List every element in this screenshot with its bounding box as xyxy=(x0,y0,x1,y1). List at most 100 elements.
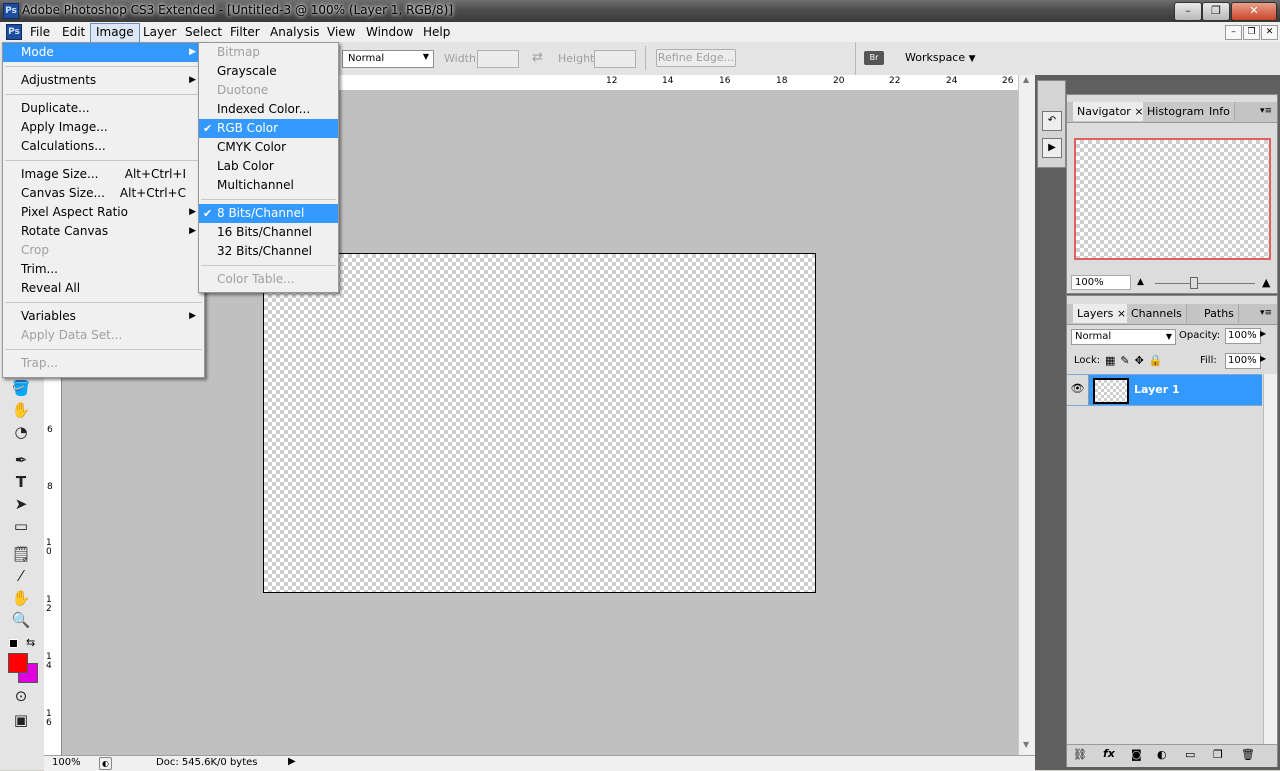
pen-tool-icon[interactable]: ✒ xyxy=(10,450,32,470)
fill-arrow-icon[interactable]: ▶ xyxy=(1260,354,1266,363)
minimize-button[interactable]: – xyxy=(1174,2,1202,21)
menu-item-apply-image[interactable]: Apply Image... xyxy=(3,118,204,137)
foreground-color-swatch[interactable] xyxy=(8,653,28,673)
menu-select[interactable]: Select xyxy=(180,23,227,41)
tab-channels[interactable]: Channels xyxy=(1127,304,1187,323)
menu-item-trim[interactable]: Trim... xyxy=(3,260,204,279)
zoom-tool-icon[interactable]: 🔍 xyxy=(10,610,32,630)
layers-scrollbar[interactable] xyxy=(1263,374,1277,746)
tab-navigator[interactable]: Navigator × xyxy=(1073,102,1149,121)
menu-view[interactable]: View xyxy=(322,23,360,41)
menu-item-adjustments[interactable]: Adjustments ▶ xyxy=(3,71,204,90)
status-icon[interactable]: ◐ xyxy=(99,757,112,770)
rectangle-tool-icon[interactable]: ▭ xyxy=(10,516,32,536)
menu-window[interactable]: Window xyxy=(361,23,418,41)
menu-item-rgb-color[interactable]: ✔ RGB Color xyxy=(199,119,338,138)
new-group-icon[interactable]: ▭ xyxy=(1185,748,1195,761)
layer-row[interactable]: 👁 Layer 1 xyxy=(1067,374,1262,406)
maximize-button[interactable]: ❐ xyxy=(1202,2,1230,21)
tab-info[interactable]: Info xyxy=(1205,102,1235,121)
lock-icons[interactable]: ▦✎✥🔒 xyxy=(1105,354,1168,367)
tab-histogram[interactable]: Histogram xyxy=(1143,102,1210,121)
menu-file[interactable]: File xyxy=(25,23,55,41)
menu-filter[interactable]: Filter xyxy=(225,23,265,41)
menu-item-32-bits-channel[interactable]: 32 Bits/Channel xyxy=(199,242,338,261)
swap-colors-icon[interactable]: ⇆ xyxy=(26,636,35,649)
menu-item-multichannel[interactable]: Multichannel xyxy=(199,176,338,195)
opacity-input[interactable]: 100% xyxy=(1225,328,1261,344)
menu-image[interactable]: Image xyxy=(90,23,140,43)
paint-bucket-icon[interactable]: 🪣 xyxy=(10,378,32,398)
menu-item-pixel-aspect-ratio[interactable]: Pixel Aspect Ratio ▶ xyxy=(3,203,204,222)
document-canvas[interactable] xyxy=(263,253,816,593)
screen-mode-icon[interactable]: ▣ xyxy=(10,710,32,730)
panel-menu-icon[interactable]: ▾≡ xyxy=(1260,106,1272,116)
app-menu-icon[interactable]: Ps xyxy=(6,24,22,40)
history-icon[interactable]: ↶ xyxy=(1042,111,1062,131)
adjustment-layer-icon[interactable]: ◐ xyxy=(1157,748,1167,761)
layer-style-icon[interactable]: fx xyxy=(1103,747,1115,760)
menu-item-image-size[interactable]: Image Size... Alt+Ctrl+I xyxy=(3,165,204,184)
menu-analysis[interactable]: Analysis xyxy=(265,23,324,41)
status-menu-arrow-icon[interactable]: ▶ xyxy=(288,756,296,767)
menu-item-rotate-canvas[interactable]: Rotate Canvas ▶ xyxy=(3,222,204,241)
path-selection-icon[interactable]: ➤ xyxy=(10,494,32,514)
scroll-up-icon[interactable]: ▲ xyxy=(1023,75,1029,84)
zoom-slider-thumb[interactable] xyxy=(1190,277,1198,289)
menu-item-lab-color[interactable]: Lab Color xyxy=(199,157,338,176)
close-button[interactable]: ✕ xyxy=(1231,2,1277,21)
navigator-preview[interactable] xyxy=(1074,138,1271,260)
menu-item-mode[interactable]: Mode ▶ xyxy=(3,43,204,62)
quick-mask-icon[interactable]: ⊙ xyxy=(10,686,32,706)
type-tool-icon[interactable]: T xyxy=(10,472,32,492)
navigator-zoom-input[interactable]: 100% xyxy=(1071,275,1131,290)
doc-close-button[interactable]: ✕ xyxy=(1261,25,1278,40)
blur-tool-icon[interactable]: ✋ xyxy=(10,400,32,420)
refine-edge-button[interactable]: Refine Edge... xyxy=(656,49,736,67)
menu-item-duplicate[interactable]: Duplicate... xyxy=(3,99,204,118)
opacity-arrow-icon[interactable]: ▶ xyxy=(1260,329,1266,338)
doc-minimize-button[interactable]: – xyxy=(1225,25,1242,40)
menu-item-variables[interactable]: Variables ▶ xyxy=(3,307,204,326)
height-input[interactable] xyxy=(594,50,636,68)
vertical-scrollbar[interactable]: ▲ ▼ xyxy=(1018,75,1036,755)
menu-item-cmyk-color[interactable]: CMYK Color xyxy=(199,138,338,157)
width-input[interactable] xyxy=(477,50,519,68)
menu-item-calculations[interactable]: Calculations... xyxy=(3,137,204,156)
zoom-out-icon[interactable]: ▲ xyxy=(1137,277,1144,287)
new-layer-icon[interactable]: ❐ xyxy=(1213,748,1223,761)
menu-item-8-bits-channel[interactable]: ✔ 8 Bits/Channel xyxy=(199,204,338,223)
visibility-eye-icon[interactable]: 👁 xyxy=(1067,375,1089,405)
menu-item-indexed-color[interactable]: Indexed Color... xyxy=(199,100,338,119)
blend-mode-select[interactable]: Normal ▼ xyxy=(1071,329,1176,345)
zoom-in-icon[interactable]: ▲ xyxy=(1262,276,1270,289)
actions-icon[interactable]: ▶ xyxy=(1042,138,1062,158)
scroll-down-icon[interactable]: ▼ xyxy=(1023,740,1029,749)
tab-paths[interactable]: Paths xyxy=(1200,304,1239,323)
panel-menu-icon[interactable]: ▾≡ xyxy=(1260,308,1272,318)
tab-layers[interactable]: Layers × xyxy=(1073,304,1132,323)
delete-layer-icon[interactable]: 🗑 xyxy=(1241,748,1255,761)
default-colors-icon[interactable] xyxy=(9,639,18,648)
file-browser-icon[interactable]: Br xyxy=(864,51,884,65)
eyedropper-icon[interactable]: ⁄ xyxy=(10,566,32,586)
fill-input[interactable]: 100% xyxy=(1225,353,1261,369)
menu-edit[interactable]: Edit xyxy=(57,23,90,41)
link-layers-icon[interactable]: ⛓ xyxy=(1073,748,1087,761)
layer-mask-icon[interactable]: ◙ xyxy=(1131,748,1142,761)
menu-item-reveal-all[interactable]: Reveal All xyxy=(3,279,204,298)
menu-layer[interactable]: Layer xyxy=(138,23,181,41)
dodge-tool-icon[interactable]: ◔ xyxy=(10,422,32,442)
hand-tool-icon[interactable]: ✋ xyxy=(10,588,32,608)
zoom-level[interactable]: 100% xyxy=(52,757,81,768)
zoom-slider[interactable] xyxy=(1155,283,1255,284)
menu-help[interactable]: Help xyxy=(418,23,455,41)
style-select[interactable]: Normal ▼ xyxy=(342,50,434,68)
workspace-button[interactable]: Workspace ▼ xyxy=(905,51,976,64)
swap-icon[interactable]: ⇄ xyxy=(532,50,543,65)
menu-item-canvas-size[interactable]: Canvas Size... Alt+Ctrl+C xyxy=(3,184,204,203)
menu-item-16-bits-channel[interactable]: 16 Bits/Channel xyxy=(199,223,338,242)
doc-restore-button[interactable]: ❐ xyxy=(1243,25,1260,40)
menu-item-grayscale[interactable]: Grayscale xyxy=(199,62,338,81)
notes-tool-icon[interactable]: 🗒 xyxy=(10,544,32,564)
